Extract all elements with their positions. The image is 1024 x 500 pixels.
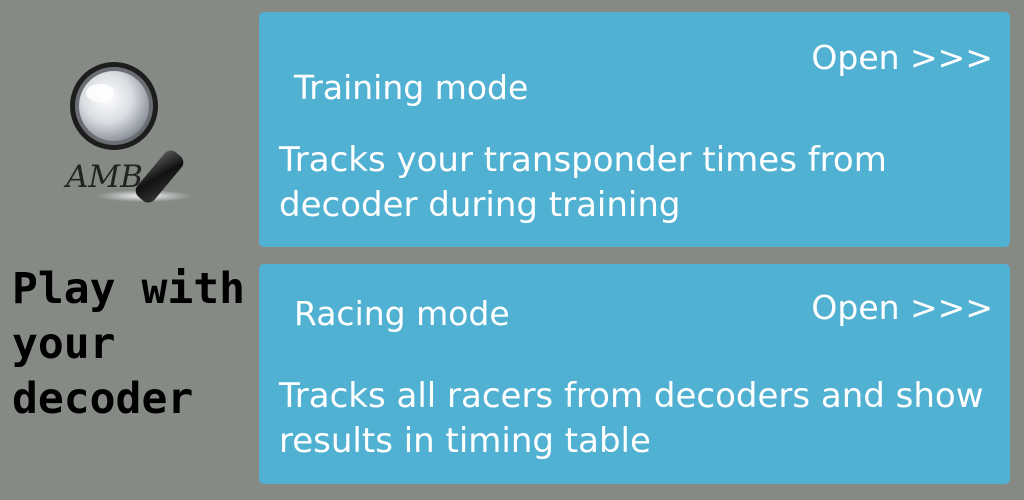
amb-logo-text: AMB [63,159,143,195]
training-mode-description: Tracks your transponder times from decod… [279,140,887,225]
racing-open-button[interactable]: Open >>> [811,288,993,328]
training-mode-title: Training mode [294,68,529,107]
racing-mode-card[interactable]: Open >>> Racing mode Tracks all racers f… [259,264,1010,484]
amb-logo: AMB [56,56,216,206]
training-mode-card[interactable]: Open >>> Training mode Tracks your trans… [259,12,1010,247]
racing-mode-title: Racing mode [294,294,510,333]
training-open-button[interactable]: Open >>> [811,38,993,78]
magnifier-icon: AMB [63,62,192,203]
tagline: Play with your decoder [12,264,245,424]
racing-mode-description: Tracks all racers from decoders and show… [279,376,984,461]
